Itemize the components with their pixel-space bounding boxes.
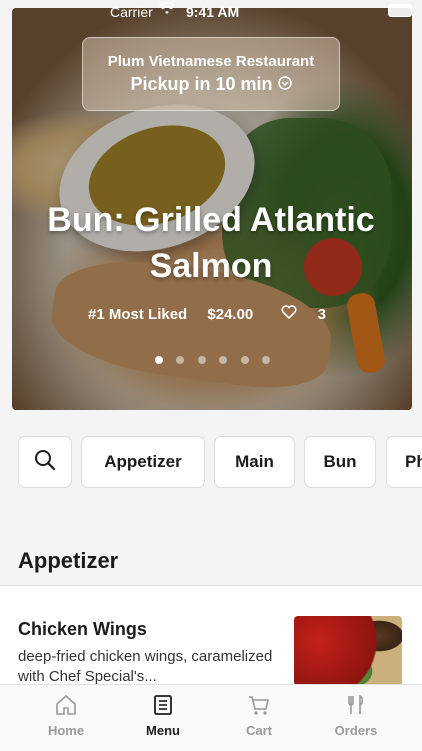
menu-item[interactable]: Chicken Wings deep-fried chicken wings, … xyxy=(0,586,422,686)
tab-orders[interactable]: Orders xyxy=(306,685,406,738)
heart-icon xyxy=(281,305,301,323)
tab-cart-label: Cart xyxy=(245,723,272,738)
dish-price: $24.00 xyxy=(207,306,254,323)
wifi-icon xyxy=(158,2,176,19)
tab-orders-label: Orders xyxy=(334,723,378,738)
restaurant-name: Plum Vietnamese Restaurant xyxy=(107,53,315,70)
pickup-selector[interactable]: Plum Vietnamese Restaurant Pickup in 10 … xyxy=(82,37,340,111)
carousel-dot[interactable] xyxy=(155,356,163,364)
category-pho[interactable]: Ph xyxy=(386,436,422,488)
tab-home[interactable]: Home xyxy=(16,685,116,738)
dish-meta: #1 Most Liked $24.00 3 xyxy=(0,305,422,323)
tab-home-label: Home xyxy=(47,723,85,738)
home-icon xyxy=(54,693,78,717)
chevron-down-circle-icon xyxy=(277,74,292,94)
section-title: Appetizer xyxy=(18,548,119,573)
carrier-label: Carrier xyxy=(110,4,153,20)
carousel-dot[interactable] xyxy=(176,356,185,364)
menu-book-icon xyxy=(151,693,175,717)
category-bar: Appetizer Main Bun Ph xyxy=(0,436,422,490)
category-appetizer[interactable]: Appetizer xyxy=(81,436,205,488)
category-main[interactable]: Main xyxy=(214,436,295,488)
tab-bar: Home Menu Cart Orders xyxy=(0,684,422,751)
battery-icon xyxy=(388,4,412,17)
status-bar: Carrier 9:41 AM xyxy=(0,0,422,22)
like-count-value: 3 xyxy=(317,306,326,323)
menu-item-thumbnail xyxy=(294,616,402,686)
menu-item-description: deep-fried chicken wings, caramelized wi… xyxy=(18,648,273,685)
carousel-dot[interactable] xyxy=(197,356,206,364)
pickup-time-label: Pickup in 10 min xyxy=(130,74,273,94)
carousel-dot[interactable] xyxy=(219,356,228,364)
tab-menu-label: Menu xyxy=(146,723,180,738)
carousel-dot[interactable] xyxy=(262,356,271,364)
dish-title: Bun: Grilled Atlantic Salmon xyxy=(47,201,375,285)
clock: 9:41 AM xyxy=(186,4,240,20)
rank-badge: #1 Most Liked xyxy=(88,306,188,323)
pickup-time: Pickup in 10 min xyxy=(83,74,339,95)
search-icon xyxy=(33,448,57,477)
category-bun[interactable]: Bun xyxy=(304,436,376,488)
menu-item-name: Chicken Wings xyxy=(18,619,147,639)
tab-cart[interactable]: Cart xyxy=(209,685,309,738)
carousel-indicator[interactable] xyxy=(155,351,279,369)
cart-icon xyxy=(247,693,271,717)
like-count[interactable]: 3 xyxy=(273,305,334,323)
tab-menu[interactable]: Menu xyxy=(113,685,213,738)
fork-knife-icon xyxy=(344,693,368,717)
search-button[interactable] xyxy=(18,436,72,488)
carousel-dot[interactable] xyxy=(240,356,249,364)
